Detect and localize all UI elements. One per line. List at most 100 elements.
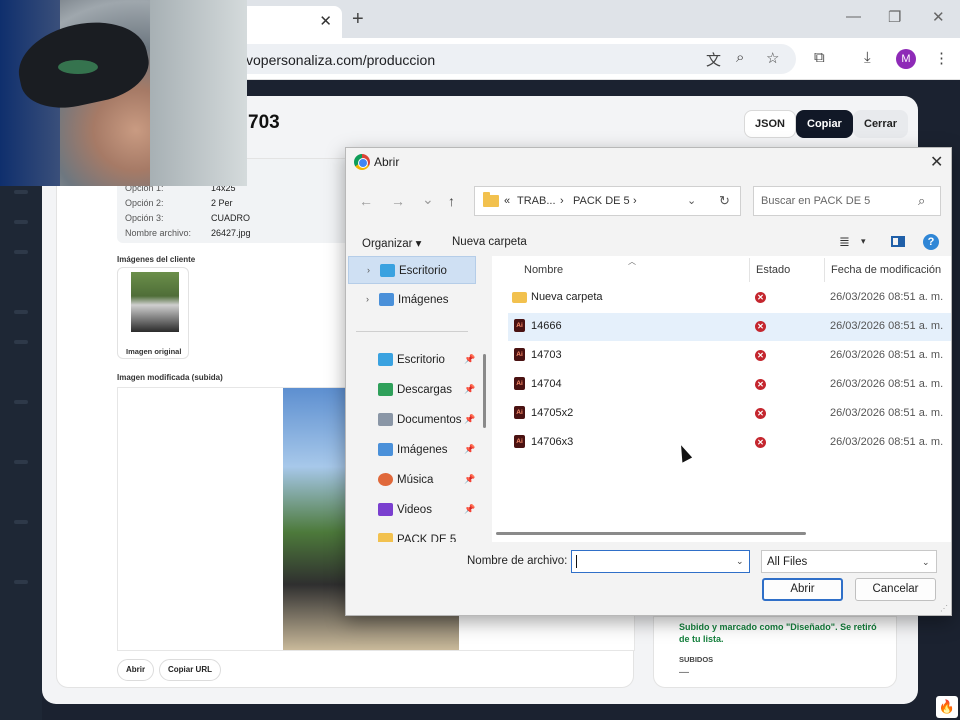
file-row[interactable]: Nueva carpeta ✕ 26/03/2026 08:51 a. m.: [508, 284, 951, 312]
sync-error-icon: ✕: [755, 292, 766, 303]
bookmark-star-icon[interactable]: ☆: [766, 49, 779, 67]
nav-item-escritorio[interactable]: › Escritorio: [348, 256, 476, 284]
refresh-icon[interactable]: ↻: [719, 193, 730, 209]
menu-icon[interactable]: ⋮: [934, 49, 949, 67]
column-header-name[interactable]: Nombre: [524, 264, 563, 276]
recent-dropdown-icon[interactable]: ⌄: [422, 191, 434, 208]
dialog-address-bar[interactable]: « TRAB... › PACK DE 5 › ⌄ ↻: [474, 186, 741, 216]
extensions-icon[interactable]: ⧉: [814, 49, 825, 66]
quick-access-escritorio[interactable]: Escritorio 📌: [348, 346, 476, 374]
side-ghost-icon: [14, 250, 28, 254]
nav-scrollbar[interactable]: [483, 354, 486, 428]
breadcrumb-separator[interactable]: ›: [633, 195, 637, 207]
abrir-button[interactable]: Abrir: [117, 659, 155, 681]
breadcrumb-overflow[interactable]: «: [504, 195, 510, 207]
chevron-right-icon[interactable]: ›: [367, 265, 370, 275]
detail-label: Opción 2:: [125, 198, 164, 208]
forward-arrow-icon[interactable]: →: [391, 193, 405, 209]
file-type-select[interactable]: All Files ⌄: [761, 550, 937, 573]
quick-access-videos[interactable]: Videos 📌: [348, 496, 476, 524]
videos-icon: [378, 503, 393, 516]
resize-grip-icon[interactable]: ⋰: [940, 604, 948, 613]
subidos-value: —: [679, 667, 689, 678]
copiar-url-button[interactable]: Copiar URL: [159, 659, 221, 681]
file-date: 26/03/2026 08:51 a. m.: [830, 349, 944, 361]
copiar-button[interactable]: Copiar: [796, 110, 853, 138]
detail-label: Nombre archivo:: [125, 228, 192, 238]
modified-image-title: Imagen modificada (subida): [117, 373, 223, 382]
column-divider[interactable]: [824, 258, 825, 282]
chrome-icon: [354, 154, 370, 170]
detail-value: CUADRO: [211, 213, 251, 223]
pictures-icon: [379, 293, 394, 306]
filename-input[interactable]: [571, 550, 750, 573]
dialog-titlebar[interactable]: Abrir ✕: [346, 148, 951, 176]
minimize-icon[interactable]: —: [846, 8, 861, 25]
column-header-date[interactable]: Fecha de modificación: [831, 264, 941, 276]
back-arrow-icon[interactable]: ←: [359, 193, 373, 209]
file-open-dialog: Abrir ✕ ← → ⌄ ↑ « TRAB... › PACK DE 5 › …: [345, 147, 952, 616]
translate-icon[interactable]: 文: [706, 49, 721, 70]
chevron-right-icon[interactable]: ›: [366, 294, 369, 304]
open-button[interactable]: Abrir: [762, 578, 843, 601]
sync-error-icon: ✕: [755, 321, 766, 332]
dialog-search-input[interactable]: Buscar en PACK DE 5 ⌕: [753, 186, 941, 216]
file-row[interactable]: Ai 14704 ✕ 26/03/2026 08:51 a. m.: [508, 371, 951, 399]
nav-item-imagenes[interactable]: › Imágenes: [348, 286, 476, 314]
view-dropdown-icon[interactable]: ▾: [861, 236, 866, 247]
side-ghost-icon: [14, 340, 28, 344]
search-icon[interactable]: ⌕: [918, 193, 925, 209]
file-row[interactable]: Ai 14703 ✕ 26/03/2026 08:51 a. m.: [508, 342, 951, 370]
profile-avatar[interactable]: M: [896, 49, 916, 69]
sync-error-icon: ✕: [755, 379, 766, 390]
file-date: 26/03/2026 08:51 a. m.: [830, 378, 944, 390]
filename-dropdown-icon[interactable]: ⌄: [736, 556, 744, 567]
view-options-icon[interactable]: ≣: [839, 234, 850, 250]
column-divider[interactable]: [749, 258, 750, 282]
breadcrumb-pack-de-5[interactable]: PACK DE 5: [573, 195, 630, 207]
quick-access-documentos[interactable]: Documentos 📌: [348, 406, 476, 434]
flame-icon[interactable]: 🔥: [936, 696, 958, 718]
url-text[interactable]: vopersonaliza.com/produccion: [246, 52, 435, 68]
breadcrumb-trab[interactable]: TRAB...: [517, 195, 556, 207]
breadcrumb-separator[interactable]: ›: [560, 195, 564, 207]
file-row[interactable]: Ai 14705x2 ✕ 26/03/2026 08:51 a. m.: [508, 400, 951, 428]
quick-access-musica[interactable]: Música 📌: [348, 466, 476, 494]
preview-pane-icon[interactable]: [891, 236, 905, 247]
organizar-menu[interactable]: Organizar ▾: [362, 236, 421, 250]
horizontal-scrollbar[interactable]: [496, 532, 806, 535]
download-icon[interactable]: ⤓: [864, 49, 871, 66]
quick-access-pack-de-5[interactable]: PACK DE 5: [348, 526, 476, 542]
detail-label: Opción 3:: [125, 213, 164, 223]
nav-item-label: Imágenes: [398, 294, 449, 306]
nav-item-label: Escritorio: [399, 265, 447, 277]
tab-close-icon[interactable]: ✕: [319, 12, 332, 30]
nueva-carpeta-button[interactable]: Nueva carpeta: [452, 236, 527, 248]
up-arrow-icon[interactable]: ↑: [448, 193, 455, 209]
file-row[interactable]: Ai 14706x3 ✕ 26/03/2026 08:51 a. m.: [508, 429, 951, 457]
side-ghost-icon: [14, 460, 28, 464]
column-header-status[interactable]: Estado: [756, 264, 790, 276]
file-row[interactable]: Ai 14666 ✕ 26/03/2026 08:51 a. m.: [508, 313, 951, 341]
cerrar-button[interactable]: Cerrar: [853, 110, 909, 138]
new-tab-icon[interactable]: +: [352, 8, 364, 31]
pin-icon: 📌: [464, 474, 476, 484]
pin-icon: 📌: [464, 354, 476, 364]
window-close-icon[interactable]: ✕: [932, 8, 945, 26]
address-dropdown-icon[interactable]: ⌄: [687, 194, 696, 207]
zoom-icon[interactable]: ⌕: [736, 49, 744, 66]
webcam-cap-logo: [58, 60, 98, 74]
dialog-close-icon[interactable]: ✕: [930, 152, 943, 172]
original-image-thumbnail[interactable]: [131, 272, 179, 332]
nav-divider: [356, 331, 468, 332]
chevron-down-icon[interactable]: ⌄: [922, 557, 930, 568]
help-icon[interactable]: ?: [923, 234, 939, 250]
restore-icon[interactable]: ❐: [888, 8, 901, 26]
quick-access-imagenes[interactable]: Imágenes 📌: [348, 436, 476, 464]
json-button[interactable]: JSON: [744, 110, 796, 138]
detail-value: 26427.jpg: [211, 228, 251, 238]
desktop-icon: [380, 264, 395, 277]
original-image-card[interactable]: Imagen original: [117, 267, 189, 359]
quick-access-descargas[interactable]: Descargas 📌: [348, 376, 476, 404]
cancel-button[interactable]: Cancelar: [855, 578, 936, 601]
